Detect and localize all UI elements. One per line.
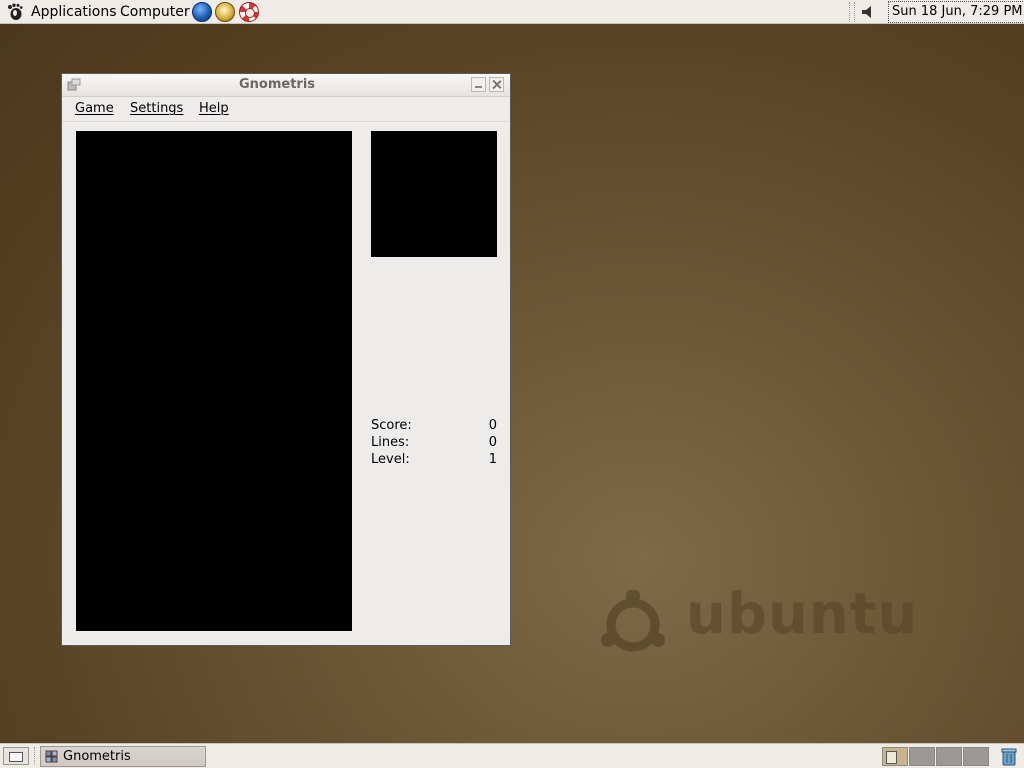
next-piece-preview <box>371 131 497 257</box>
lines-value: 0 <box>488 435 497 450</box>
workspace-1[interactable] <box>882 747 908 766</box>
taskbar-item-label: Gnometris <box>63 749 131 764</box>
show-desktop-button[interactable] <box>3 747 29 765</box>
applications-menu[interactable]: Applications <box>31 4 117 20</box>
window-title: Gnometris <box>238 77 316 92</box>
taskbar-item-gnometris[interactable]: Gnometris <box>40 746 206 767</box>
lines-row: Lines: 0 <box>371 435 497 452</box>
trash-icon[interactable] <box>999 746 1019 766</box>
menu-game[interactable]: Game <box>75 101 114 116</box>
menu-help[interactable]: Help <box>199 101 229 116</box>
score-value: 0 <box>488 418 497 433</box>
gnome-foot-icon[interactable] <box>6 3 24 21</box>
gnometris-window: Gnometris Game Settings Help Score: 0 Li… <box>61 73 511 646</box>
top-panel: Applications Computer Sun 18 Jun, 7:29 P… <box>0 0 1024 24</box>
game-board[interactable] <box>76 131 352 631</box>
lines-label: Lines: <box>371 435 410 450</box>
menu-settings[interactable]: Settings <box>130 101 183 116</box>
workspace-2[interactable] <box>909 747 935 766</box>
volume-icon[interactable] <box>860 4 876 20</box>
score-row: Score: 0 <box>371 418 497 435</box>
workspace-4[interactable] <box>963 747 989 766</box>
help-icon[interactable] <box>239 2 259 22</box>
stats-panel: Score: 0 Lines: 0 Level: 1 <box>371 418 497 469</box>
gnometris-icon <box>45 750 58 763</box>
bottom-panel: Gnometris <box>0 743 1024 768</box>
ubuntu-wordmark: ubuntu <box>686 582 919 647</box>
minimize-button[interactable] <box>471 77 486 92</box>
menubar: Game Settings Help <box>62 97 510 122</box>
workspace-3[interactable] <box>936 747 962 766</box>
mail-icon[interactable] <box>215 2 235 22</box>
panel-handle <box>34 747 38 765</box>
level-row: Level: 1 <box>371 452 497 469</box>
workspace-switcher <box>882 747 992 766</box>
level-label: Level: <box>371 452 410 467</box>
close-button[interactable] <box>489 77 504 92</box>
level-value: 1 <box>488 452 497 467</box>
score-label: Score: <box>371 418 412 433</box>
ubuntu-logo-icon <box>601 590 665 652</box>
panel-handle <box>849 2 855 22</box>
window-titlebar[interactable]: Gnometris <box>62 74 510 97</box>
web-browser-icon[interactable] <box>192 2 212 22</box>
computer-menu[interactable]: Computer <box>120 4 190 20</box>
clock[interactable]: Sun 18 Jun, 7:29 PM <box>888 1 1024 23</box>
